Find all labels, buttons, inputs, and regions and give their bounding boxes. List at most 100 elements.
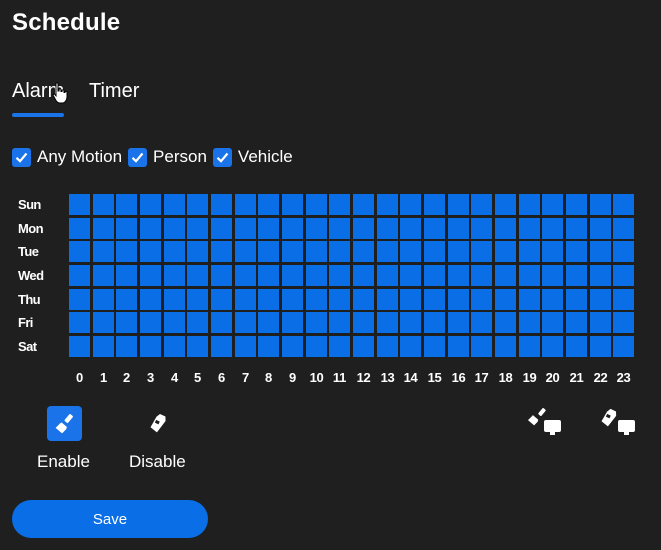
schedule-slot[interactable] <box>258 241 279 262</box>
schedule-slot[interactable] <box>542 336 563 357</box>
schedule-slot[interactable] <box>116 194 137 215</box>
schedule-slot[interactable] <box>69 312 90 333</box>
schedule-slot[interactable] <box>329 194 350 215</box>
schedule-slot[interactable] <box>306 312 327 333</box>
schedule-slot[interactable] <box>187 194 208 215</box>
schedule-slot[interactable] <box>329 312 350 333</box>
schedule-slot[interactable] <box>187 312 208 333</box>
schedule-slot[interactable] <box>282 312 303 333</box>
schedule-slot[interactable] <box>329 241 350 262</box>
schedule-slot[interactable] <box>542 265 563 286</box>
schedule-slot[interactable] <box>400 194 421 215</box>
schedule-slot[interactable] <box>613 312 634 333</box>
schedule-slot[interactable] <box>187 218 208 239</box>
schedule-slot[interactable] <box>116 241 137 262</box>
schedule-slot[interactable] <box>235 265 256 286</box>
schedule-slot[interactable] <box>258 218 279 239</box>
schedule-slot[interactable] <box>590 218 611 239</box>
schedule-slot[interactable] <box>542 289 563 310</box>
schedule-slot[interactable] <box>282 241 303 262</box>
schedule-slot[interactable] <box>69 289 90 310</box>
schedule-slot[interactable] <box>377 218 398 239</box>
schedule-slot[interactable] <box>519 336 540 357</box>
schedule-slot[interactable] <box>613 194 634 215</box>
clear-all-button[interactable] <box>601 407 639 437</box>
schedule-slot[interactable] <box>519 241 540 262</box>
schedule-slot[interactable] <box>590 336 611 357</box>
schedule-slot[interactable] <box>235 194 256 215</box>
schedule-slot[interactable] <box>495 336 516 357</box>
schedule-slot[interactable] <box>353 336 374 357</box>
schedule-slot[interactable] <box>306 218 327 239</box>
schedule-slot[interactable] <box>140 241 161 262</box>
schedule-slot[interactable] <box>258 265 279 286</box>
schedule-slot[interactable] <box>471 241 492 262</box>
schedule-slot[interactable] <box>424 312 445 333</box>
schedule-slot[interactable] <box>235 289 256 310</box>
schedule-slot[interactable] <box>400 241 421 262</box>
schedule-slot[interactable] <box>566 265 587 286</box>
schedule-slot[interactable] <box>140 289 161 310</box>
schedule-slot[interactable] <box>140 312 161 333</box>
schedule-slot[interactable] <box>519 289 540 310</box>
schedule-slot[interactable] <box>495 265 516 286</box>
schedule-slot[interactable] <box>400 336 421 357</box>
schedule-slot[interactable] <box>566 336 587 357</box>
schedule-slot[interactable] <box>164 218 185 239</box>
schedule-slot[interactable] <box>377 241 398 262</box>
schedule-slot[interactable] <box>329 336 350 357</box>
schedule-slot[interactable] <box>471 336 492 357</box>
schedule-slot[interactable] <box>353 312 374 333</box>
schedule-slot[interactable] <box>566 241 587 262</box>
schedule-slot[interactable] <box>235 336 256 357</box>
schedule-slot[interactable] <box>116 289 137 310</box>
schedule-slot[interactable] <box>116 265 137 286</box>
schedule-slot[interactable] <box>69 218 90 239</box>
schedule-slot[interactable] <box>140 218 161 239</box>
schedule-slot[interactable] <box>235 241 256 262</box>
schedule-slot[interactable] <box>258 312 279 333</box>
schedule-slot[interactable] <box>329 289 350 310</box>
schedule-slot[interactable] <box>235 312 256 333</box>
schedule-slot[interactable] <box>164 194 185 215</box>
schedule-slot[interactable] <box>566 218 587 239</box>
schedule-slot[interactable] <box>211 336 232 357</box>
schedule-slot[interactable] <box>140 194 161 215</box>
schedule-slot[interactable] <box>424 218 445 239</box>
schedule-slot[interactable] <box>306 289 327 310</box>
schedule-slot[interactable] <box>519 265 540 286</box>
schedule-slot[interactable] <box>258 336 279 357</box>
schedule-slot[interactable] <box>566 289 587 310</box>
schedule-slot[interactable] <box>400 312 421 333</box>
schedule-slot[interactable] <box>329 265 350 286</box>
schedule-slot[interactable] <box>590 194 611 215</box>
schedule-slot[interactable] <box>542 312 563 333</box>
schedule-slot[interactable] <box>282 194 303 215</box>
any-motion-checkbox[interactable] <box>12 147 31 167</box>
schedule-slot[interactable] <box>613 241 634 262</box>
enable-brush-button[interactable] <box>47 406 82 441</box>
schedule-slot[interactable] <box>424 336 445 357</box>
schedule-slot[interactable] <box>235 218 256 239</box>
schedule-slot[interactable] <box>211 289 232 310</box>
schedule-slot[interactable] <box>424 241 445 262</box>
schedule-slot[interactable] <box>164 241 185 262</box>
schedule-slot[interactable] <box>613 336 634 357</box>
schedule-slot[interactable] <box>164 289 185 310</box>
schedule-slot[interactable] <box>495 194 516 215</box>
schedule-slot[interactable] <box>495 312 516 333</box>
schedule-slot[interactable] <box>306 336 327 357</box>
schedule-slot[interactable] <box>211 265 232 286</box>
schedule-slot[interactable] <box>211 241 232 262</box>
schedule-slot[interactable] <box>211 218 232 239</box>
filter-any-motion[interactable]: Any Motion <box>12 147 122 167</box>
schedule-slot[interactable] <box>353 265 374 286</box>
schedule-slot[interactable] <box>471 194 492 215</box>
schedule-slot[interactable] <box>448 312 469 333</box>
schedule-slot[interactable] <box>93 265 114 286</box>
schedule-slot[interactable] <box>306 241 327 262</box>
schedule-slot[interactable] <box>400 289 421 310</box>
schedule-slot[interactable] <box>448 241 469 262</box>
schedule-slot[interactable] <box>69 241 90 262</box>
person-checkbox[interactable] <box>128 147 148 167</box>
